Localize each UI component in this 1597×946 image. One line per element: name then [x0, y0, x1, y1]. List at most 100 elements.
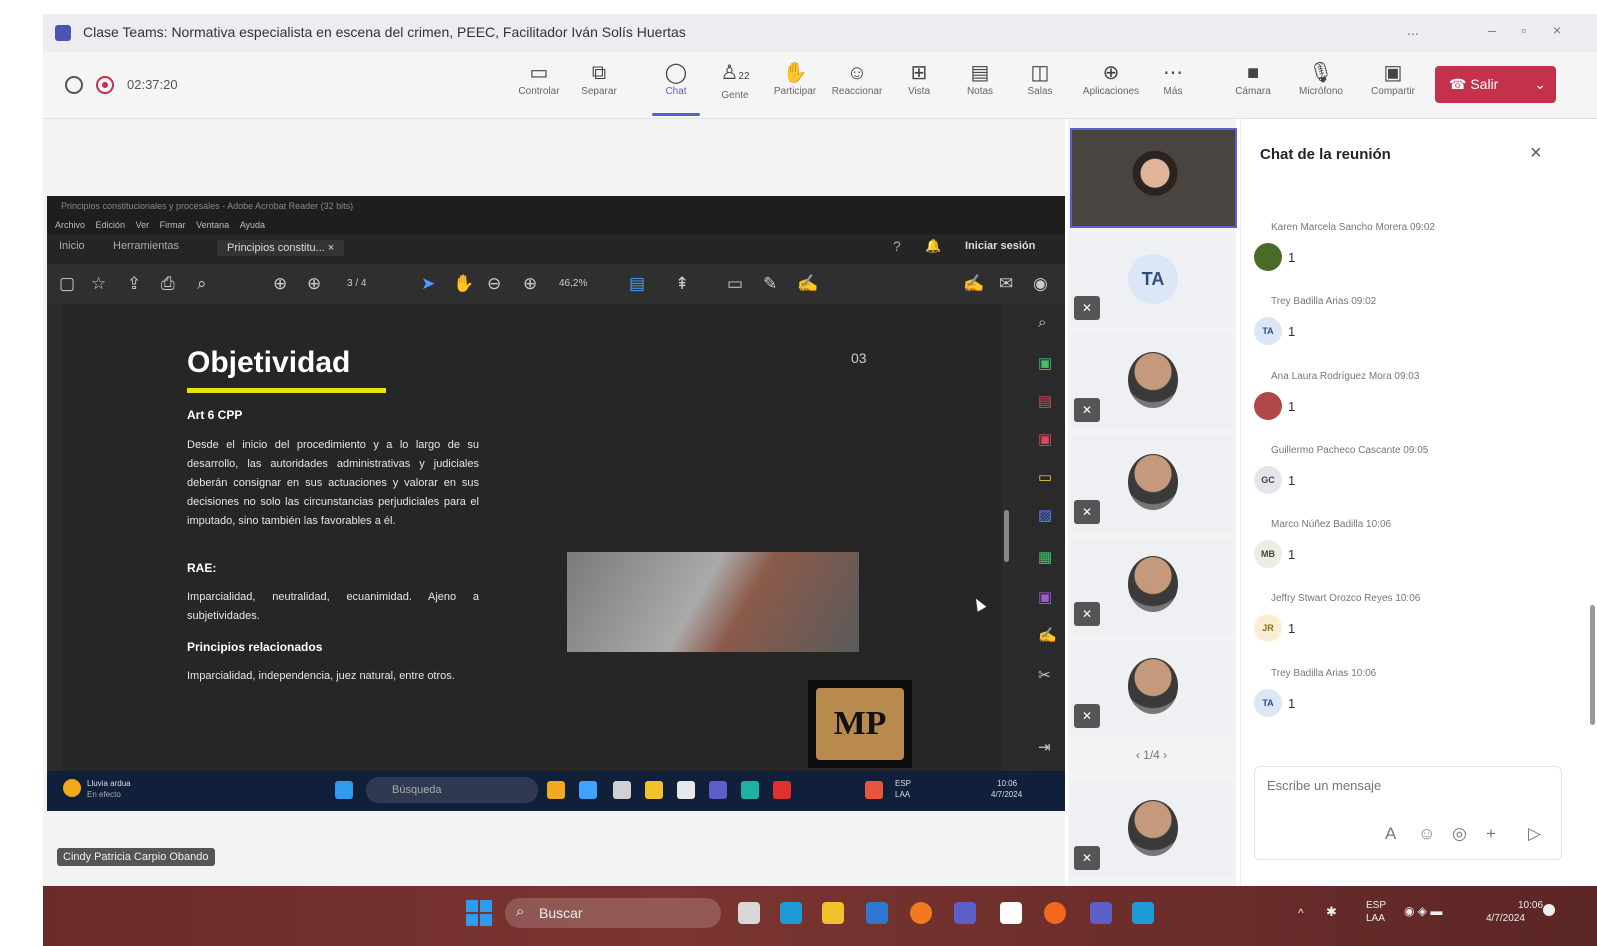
message-input[interactable]: Escribe un mensaje [1267, 778, 1381, 793]
chevron-down-icon[interactable]: ⌄ [1520, 66, 1546, 103]
participant-tile[interactable]: ✕ [1070, 782, 1233, 878]
view-button[interactable]: ⊞ Vista [891, 60, 947, 114]
chevron-right-icon[interactable]: › [1160, 748, 1167, 762]
zoom-out-icon[interactable]: ⊖ [487, 274, 501, 294]
loop-icon[interactable]: ◎ [1452, 824, 1467, 844]
organize-icon[interactable]: ▤ [1038, 392, 1052, 410]
participant-tile[interactable]: ✕ [1070, 640, 1233, 736]
edit-pdf-icon[interactable]: ▣ [1038, 354, 1052, 372]
participant-tile-active-speaker[interactable] [1070, 128, 1237, 228]
emoji-icon[interactable]: ☺ [1418, 824, 1435, 844]
create-icon[interactable]: ▢ [59, 274, 75, 294]
select-arrow-icon[interactable]: ➤ [421, 274, 435, 294]
zoom-search-icon[interactable]: ⌕ [197, 274, 207, 294]
app-icon-2[interactable] [579, 781, 597, 799]
minimize-icon[interactable]: – [1488, 22, 1496, 38]
comment-icon[interactable]: ▭ [727, 274, 743, 294]
firefox-icon[interactable] [1044, 902, 1066, 924]
menu-ver[interactable]: Ver [136, 220, 150, 230]
leave-button[interactable]: ☎ Salir ⌄ [1435, 66, 1556, 103]
star-icon[interactable]: ☆ [91, 274, 106, 294]
windows-start-icon[interactable] [466, 900, 492, 926]
export-icon[interactable]: ▣ [1038, 430, 1052, 448]
collapse-panel-icon[interactable]: ⇥ [1038, 738, 1051, 756]
notification-icon[interactable] [1543, 904, 1555, 916]
plus-icon[interactable]: + [1486, 824, 1496, 844]
menu-edicion[interactable]: Edición [96, 220, 126, 230]
help-icon[interactable]: ? [893, 238, 901, 254]
fill-icon[interactable]: ✍ [1038, 626, 1057, 644]
close-window-icon[interactable]: × [1553, 22, 1561, 38]
tools-icon[interactable]: ✂ [1038, 666, 1051, 684]
participant-tile[interactable]: ✕ [1070, 436, 1233, 532]
rooms-button[interactable]: ◫ Salas [1012, 60, 1068, 114]
app-icon-4[interactable] [677, 781, 695, 799]
task-view-icon[interactable] [738, 902, 760, 924]
raise-hand-button[interactable]: ✋ Participar [767, 60, 823, 114]
acrobat-icon[interactable] [773, 781, 791, 799]
mail-icon[interactable] [866, 902, 888, 924]
taskbar-date[interactable]: 4/7/2024 [1486, 913, 1525, 924]
taskbar-search-input[interactable]: Buscar [505, 898, 721, 928]
mic-tray-icon[interactable]: ✱ [1326, 904, 1337, 920]
document-icon[interactable] [1000, 902, 1022, 924]
app-icon[interactable] [954, 902, 976, 924]
menu-archivo[interactable]: Archivo [55, 220, 85, 230]
page-up-icon[interactable]: ⊕ [273, 274, 287, 294]
maximize-icon[interactable]: ▫ [1521, 22, 1526, 38]
react-button[interactable]: ☺ Reaccionar [829, 60, 885, 114]
window-more-icon[interactable]: ... [1407, 22, 1419, 38]
chrome-icon[interactable] [910, 902, 932, 924]
format-icon[interactable]: A [1385, 824, 1396, 844]
edge-icon[interactable] [780, 902, 802, 924]
bell-icon[interactable]: 🔔 [925, 238, 941, 254]
comment-side-icon[interactable]: ▭ [1038, 468, 1052, 486]
tab-herramientas[interactable]: Herramientas [113, 240, 179, 252]
mail-icon[interactable]: ✉ [999, 274, 1013, 294]
combine-icon[interactable]: ▨ [1038, 506, 1052, 524]
app-icon[interactable] [1132, 902, 1154, 924]
menu-firmar[interactable]: Firmar [160, 220, 186, 230]
people-button[interactable]: ♙22 Gente [707, 60, 763, 114]
participant-tile[interactable]: ✕ [1070, 538, 1233, 634]
zoom-in-icon[interactable]: ⊕ [523, 274, 537, 294]
signin-button[interactable]: Iniciar sesión [965, 240, 1035, 252]
notes-button[interactable]: ▤ Notas [952, 60, 1008, 114]
page-indicator[interactable]: 3 / 4 [347, 278, 366, 289]
participant-tile[interactable]: ✕ [1070, 334, 1233, 430]
menu-ayuda[interactable]: Ayuda [240, 220, 265, 230]
sign-icon[interactable]: ✍ [797, 274, 818, 294]
windows-start-icon[interactable] [335, 781, 353, 799]
recording-tray-icon[interactable] [865, 781, 883, 799]
close-icon[interactable]: × [1530, 142, 1542, 165]
app-icon-3[interactable] [613, 781, 631, 799]
app-icon-1[interactable] [547, 781, 565, 799]
hand-icon[interactable]: ✋ [453, 274, 474, 294]
chat-button[interactable]: ◯ Chat [648, 60, 704, 116]
popout-button[interactable]: ⧉ Separar [571, 60, 627, 114]
camera-button[interactable]: ■ Cámara [1225, 60, 1281, 114]
microphone-button[interactable]: 🎙 Micrófono [1289, 60, 1353, 114]
pdf-scrollbar[interactable] [1004, 510, 1009, 562]
upload-icon[interactable]: ⇪ [127, 274, 141, 294]
control-button[interactable]: ▭ Controlar [511, 60, 567, 114]
search-icon[interactable]: ⌕ [1038, 314, 1046, 331]
more-button[interactable]: ⋯ Más [1145, 60, 1201, 114]
taskbar-time[interactable]: 10:06 [1518, 900, 1543, 911]
scroll-mode-icon[interactable]: ⇞ [675, 274, 689, 294]
wifi-icon[interactable]: ◉ ◈ ▬ [1404, 904, 1442, 918]
participant-tile-ta[interactable]: TA ✕ [1070, 232, 1233, 328]
send-icon[interactable]: ▷ [1528, 824, 1541, 844]
chevron-up-icon[interactable]: ^ [1298, 906, 1304, 920]
apps-button[interactable]: ⊕ Aplicaciones [1077, 60, 1145, 114]
taskbar-lang[interactable]: ESP [1366, 900, 1386, 911]
file-explorer-icon[interactable] [822, 902, 844, 924]
shared-search-box[interactable]: Búsqueda [366, 777, 538, 803]
edge-icon[interactable] [741, 781, 759, 799]
teams-icon[interactable] [1090, 902, 1112, 924]
share-button[interactable]: ▣ Compartir [1365, 60, 1421, 114]
pen-icon[interactable]: ✎ [763, 274, 777, 294]
tab-document[interactable]: Principios constitu... × [217, 240, 345, 256]
forms-icon[interactable]: ▦ [1038, 548, 1052, 566]
zoom-level[interactable]: 46,2% [559, 278, 587, 289]
